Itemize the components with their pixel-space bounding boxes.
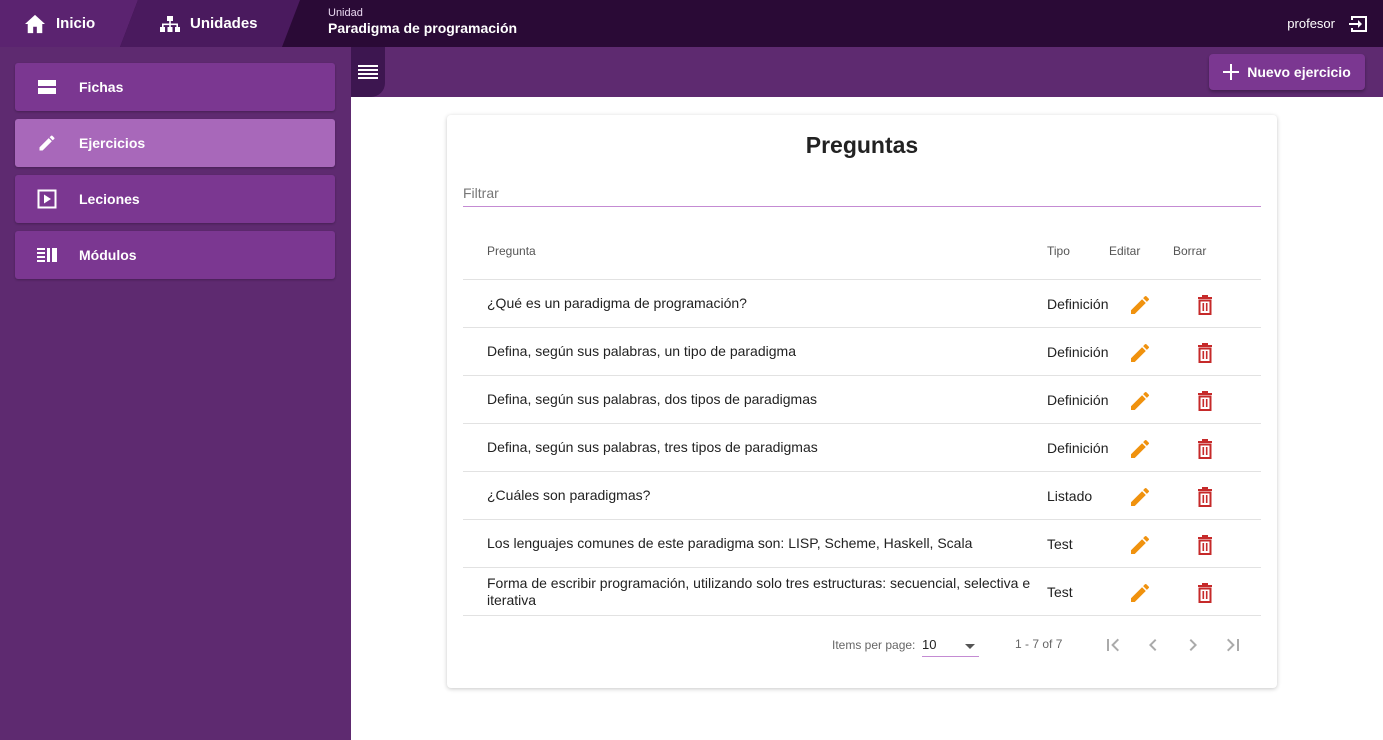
edit-pencil-icon[interactable] (1128, 293, 1152, 317)
edit-pencil-icon[interactable] (1128, 485, 1152, 509)
breadcrumb-current-unit: Unidad Paradigma de programación (328, 0, 517, 47)
question-text: ¿Cuáles son paradigmas? (487, 487, 651, 503)
breadcrumb-units[interactable]: Unidades (120, 0, 300, 47)
edit-pencil-icon[interactable] (1128, 341, 1152, 365)
menu-icon (358, 65, 378, 79)
edit-pencil-icon[interactable] (1128, 389, 1152, 413)
next-page-icon[interactable] (1181, 633, 1205, 657)
question-text: ¿Qué es un paradigma de programación? (487, 295, 747, 311)
question-type: Definición (1047, 295, 1109, 312)
page-title: Preguntas (805, 132, 919, 158)
delete-trash-icon[interactable] (1193, 341, 1217, 365)
question-type: Test (1047, 583, 1073, 600)
sidebar-item-ejercicios[interactable]: Ejercicios (15, 119, 335, 167)
question-type: Listado (1047, 487, 1093, 504)
filter-field (463, 179, 1261, 207)
modules-icon (37, 248, 57, 262)
edit-pencil-icon[interactable] (1128, 533, 1152, 557)
new-exercise-button[interactable]: Nuevo ejercicio (1209, 54, 1365, 90)
edit-pencil-icon[interactable] (1128, 437, 1152, 461)
plus-icon (1223, 64, 1240, 80)
sidebar-item-fichas[interactable]: Fichas (15, 63, 335, 111)
filter-input[interactable] (463, 179, 1261, 201)
sidebar-item-leciones[interactable]: Leciones (15, 175, 335, 223)
breadcrumb-units-label: Unidades (190, 15, 258, 32)
column-header-edit: Editar (1109, 244, 1141, 258)
question-type: Definición (1047, 343, 1109, 360)
dropdown-arrow-icon (965, 644, 975, 649)
last-page-icon[interactable] (1221, 633, 1245, 657)
delete-trash-icon[interactable] (1193, 533, 1217, 557)
table-row: Defina, según sus palabras, tres tipos d… (463, 424, 1261, 472)
top-bar: Inicio Unidades Unidad Paradigma de prog… (0, 0, 1383, 47)
home-icon (25, 14, 45, 33)
page-size-value: 10 (922, 637, 937, 652)
table-row: ¿Qué es un paradigma de programación? Def… (463, 280, 1261, 328)
user-area: profesor (1287, 0, 1369, 47)
items-per-page-label: Items per page: (832, 638, 916, 652)
sidebar-item-label: Ejercicios (79, 135, 146, 151)
user-name: profesor (1287, 16, 1335, 31)
column-header-question: Pregunta (487, 244, 536, 258)
unit-caption: Unidad (328, 7, 363, 19)
first-page-icon[interactable] (1101, 633, 1125, 657)
edit-pencil-icon[interactable] (1128, 581, 1152, 605)
table-row: Los lenguajes comunes de este paradigma … (463, 520, 1261, 568)
delete-trash-icon[interactable] (1193, 581, 1217, 605)
logout-icon[interactable] (1349, 14, 1369, 34)
cards-icon (38, 80, 56, 94)
sidebar: Fichas Ejercicios Leciones Módulos (0, 47, 351, 740)
question-type: Definición (1047, 439, 1109, 456)
table-row: Defina, según sus palabras, un tipo de p… (463, 328, 1261, 376)
sitemap-icon (160, 15, 180, 32)
play-box-icon (37, 189, 57, 209)
question-text: Los lenguajes comunes de este paradigma … (487, 535, 973, 551)
question-type: Test (1047, 535, 1073, 552)
pencil-icon (39, 135, 55, 151)
unit-name: Paradigma de programación (328, 20, 518, 36)
paginator: Items per page: 10 1 - 7 of 7 (447, 627, 1277, 663)
delete-trash-icon[interactable] (1193, 485, 1217, 509)
new-exercise-label: Nuevo ejercicio (1247, 64, 1351, 80)
question-text: Defina, según sus palabras, dos tipos de… (487, 391, 817, 407)
page-size-select[interactable]: 10 (922, 631, 979, 657)
delete-trash-icon[interactable] (1193, 389, 1217, 413)
breadcrumb-home-label: Inicio (56, 15, 96, 32)
question-text: Forma de escribir programación, utilizan… (487, 574, 1031, 608)
table-row: Forma de escribir programación, utilizan… (463, 568, 1261, 616)
delete-trash-icon[interactable] (1193, 293, 1217, 317)
table-header: Pregunta Tipo Editar Borrar (463, 227, 1261, 280)
sidebar-item-label: Leciones (79, 191, 140, 207)
sidebar-item-modulos[interactable]: Módulos (15, 231, 335, 279)
sidebar-item-label: Fichas (79, 79, 124, 95)
questions-card: Preguntas Pregunta Tipo Editar Borrar ¿Q… (447, 115, 1277, 688)
breadcrumb-home[interactable]: Inicio (0, 0, 138, 47)
previous-page-icon[interactable] (1141, 633, 1165, 657)
sidebar-item-label: Módulos (79, 247, 137, 263)
table-row: ¿Cuáles son paradigmas? Listado (463, 472, 1261, 520)
column-header-type: Tipo (1047, 244, 1070, 258)
question-text: Defina, según sus palabras, un tipo de p… (487, 343, 796, 359)
column-header-delete: Borrar (1173, 244, 1207, 258)
page-range-label: 1 - 7 of 7 (1015, 637, 1063, 651)
menu-toggle-button[interactable] (351, 47, 385, 97)
question-text: Defina, según sus palabras, tres tipos d… (487, 439, 818, 455)
question-type: Definición (1047, 391, 1109, 408)
action-band: Nuevo ejercicio (351, 47, 1383, 97)
delete-trash-icon[interactable] (1193, 437, 1217, 461)
table-row: Defina, según sus palabras, dos tipos de… (463, 376, 1261, 424)
